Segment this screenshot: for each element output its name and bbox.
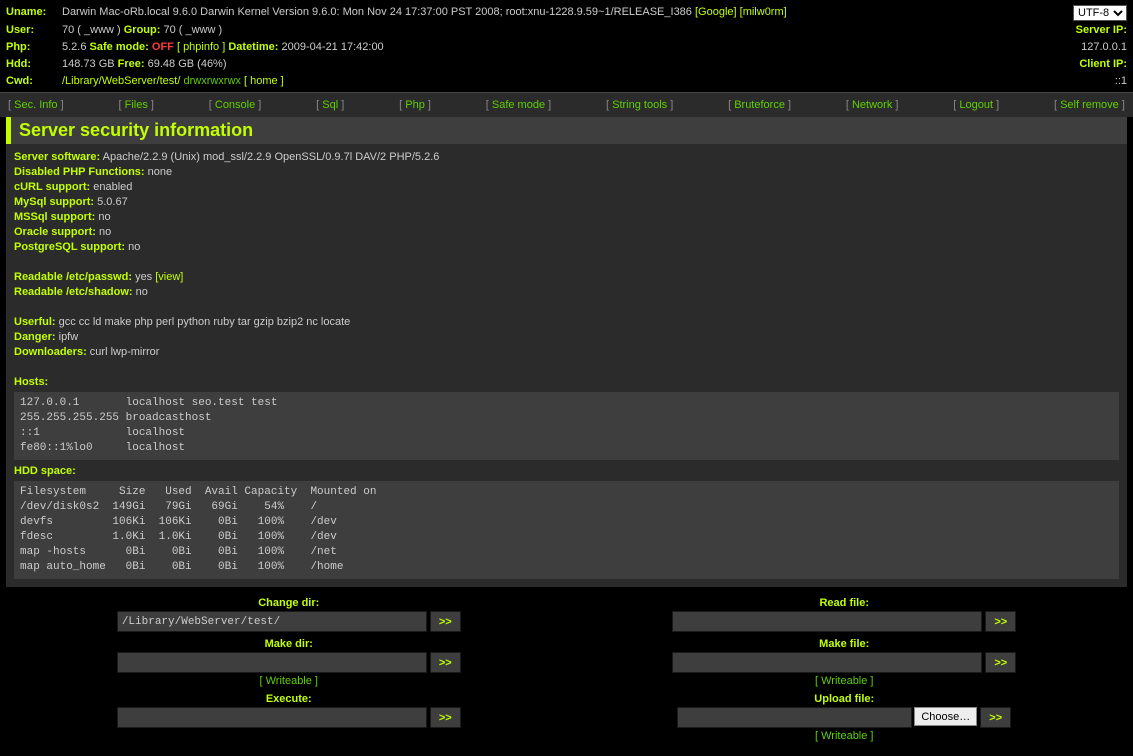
curl-k: cURL support: xyxy=(14,181,90,193)
hddspace-k: HDD space: xyxy=(14,464,1119,479)
execute-go[interactable]: >> xyxy=(430,707,461,728)
hdd-free: 69.48 GB (46%) xyxy=(148,58,227,70)
mysql-k: MySql support: xyxy=(14,196,94,208)
uname-value: Darwin Mac-oRb.local 9.6.0 Darwin Kernel… xyxy=(62,6,692,18)
hdd-total: 148.73 GB xyxy=(62,58,115,70)
make-dir-writeable: [ Writeable ] xyxy=(72,675,506,687)
footer-panel: Change dir: >> Read file: >> Make dir: xyxy=(0,587,1133,756)
google-link[interactable]: [Google] xyxy=(695,6,737,18)
shadow-v: no xyxy=(136,286,148,298)
userful-v: gcc cc ld make php perl python ruby tar … xyxy=(59,316,351,328)
safemode-value: OFF xyxy=(152,41,174,53)
nav-safe-mode[interactable]: Safe mode xyxy=(492,99,545,111)
nav-sql[interactable]: Sql xyxy=(322,99,338,111)
make-file-go[interactable]: >> xyxy=(985,652,1016,673)
nav-string-tools[interactable]: String tools xyxy=(612,99,667,111)
downloaders-k: Downloaders: xyxy=(14,346,87,358)
group-value: 70 ( _www ) xyxy=(163,24,222,36)
oracle-v: no xyxy=(99,226,111,238)
read-file-label: Read file: xyxy=(628,597,1062,609)
server-software-v: Apache/2.2.9 (Unix) mod_ssl/2.2.9 OpenSS… xyxy=(103,151,440,163)
safemode-label: Safe mode: xyxy=(90,41,149,53)
execute-label: Execute: xyxy=(72,693,506,705)
hosts-pre: 127.0.0.1 localhost seo.test test 255.25… xyxy=(14,392,1119,460)
user-value: 70 ( _www ) xyxy=(62,24,121,36)
nav-bar: [ Sec. Info ][ Files ][ Console ][ Sql ]… xyxy=(0,93,1133,117)
cwd-label: Cwd: xyxy=(6,73,62,90)
nav-console[interactable]: Console xyxy=(215,99,255,111)
datetime-value: 2009-04-21 17:42:00 xyxy=(282,41,384,53)
nav-network[interactable]: Network xyxy=(852,99,892,111)
oracle-k: Oracle support: xyxy=(14,226,96,238)
make-file-label: Make file: xyxy=(628,638,1062,650)
pg-v: no xyxy=(128,241,140,253)
disabled-v: none xyxy=(148,166,172,178)
content-panel: Server software: Apache/2.2.9 (Unix) mod… xyxy=(6,144,1127,587)
nav-self-remove[interactable]: Self remove xyxy=(1060,99,1119,111)
passwd-v: yes xyxy=(135,271,152,283)
hdd-free-label: Free: xyxy=(118,58,145,70)
php-version: 5.2.6 xyxy=(62,41,86,53)
passwd-k: Readable /etc/passwd: xyxy=(14,271,132,283)
php-label: Php: xyxy=(6,39,62,56)
mysql-v: 5.0.67 xyxy=(97,196,128,208)
client-ip-value: ::1 xyxy=(987,73,1127,90)
read-file-input[interactable] xyxy=(672,611,982,632)
hddspace-pre: Filesystem Size Used Avail Capacity Moun… xyxy=(14,481,1119,579)
pg-k: PostgreSQL support: xyxy=(14,241,125,253)
cwd-perm: drwxrwxrwx xyxy=(183,75,240,87)
curl-v: enabled xyxy=(93,181,132,193)
encoding-select[interactable]: UTF-8 xyxy=(1073,5,1127,21)
server-ip-value: 127.0.0.1 xyxy=(987,39,1127,56)
disabled-k: Disabled PHP Functions: xyxy=(14,166,145,178)
nav-sec-info[interactable]: Sec. Info xyxy=(14,99,57,111)
danger-k: Danger: xyxy=(14,331,56,343)
mssql-k: MSSql support: xyxy=(14,211,95,223)
change-dir-go[interactable]: >> xyxy=(430,611,461,632)
make-dir-go[interactable]: >> xyxy=(430,652,461,673)
cwd-path[interactable]: /Library/WebServer/test/ xyxy=(62,75,180,87)
hosts-k: Hosts: xyxy=(14,375,1119,390)
page-title: Server security information xyxy=(6,117,1127,144)
home-link[interactable]: [ home ] xyxy=(244,75,284,87)
phpinfo-link[interactable]: [ phpinfo ] xyxy=(177,41,225,53)
danger-v: ipfw xyxy=(59,331,79,343)
make-file-writeable: [ Writeable ] xyxy=(628,675,1062,687)
hdd-label: Hdd: xyxy=(6,56,62,73)
passwd-view-link[interactable]: [view] xyxy=(155,271,183,283)
nav-logout[interactable]: Logout xyxy=(959,99,993,111)
upload-file-label: Upload file: xyxy=(628,693,1062,705)
header-panel: Uname: Darwin Mac-oRb.local 9.6.0 Darwin… xyxy=(0,0,1133,93)
datetime-label: Datetime: xyxy=(228,41,278,53)
downloaders-v: curl lwp-mirror xyxy=(90,346,160,358)
change-dir-input[interactable] xyxy=(117,611,427,632)
choose-button[interactable]: Choose… xyxy=(914,707,977,726)
milw0rm-link[interactable]: [milw0rm] xyxy=(740,6,787,18)
make-file-input[interactable] xyxy=(672,652,982,673)
execute-input[interactable] xyxy=(117,707,427,728)
nav-files[interactable]: Files xyxy=(125,99,148,111)
userful-k: Userful: xyxy=(14,316,56,328)
change-dir-label: Change dir: xyxy=(72,597,506,609)
nav-bruteforce[interactable]: Bruteforce xyxy=(734,99,785,111)
read-file-go[interactable]: >> xyxy=(985,611,1016,632)
upload-file-writeable: [ Writeable ] xyxy=(628,730,1062,742)
shadow-k: Readable /etc/shadow: xyxy=(14,286,133,298)
server-software-k: Server software: xyxy=(14,151,100,163)
group-label: Group: xyxy=(124,24,161,36)
mssql-v: no xyxy=(98,211,110,223)
uname-label: Uname: xyxy=(6,4,62,22)
make-dir-input[interactable] xyxy=(117,652,427,673)
upload-file-go[interactable]: >> xyxy=(980,707,1011,728)
make-dir-label: Make dir: xyxy=(72,638,506,650)
client-ip-label: Client IP: xyxy=(987,56,1127,73)
upload-file-input[interactable] xyxy=(677,707,912,728)
user-label: User: xyxy=(6,22,62,39)
nav-php[interactable]: Php xyxy=(405,99,425,111)
server-ip-label: Server IP: xyxy=(987,22,1127,39)
